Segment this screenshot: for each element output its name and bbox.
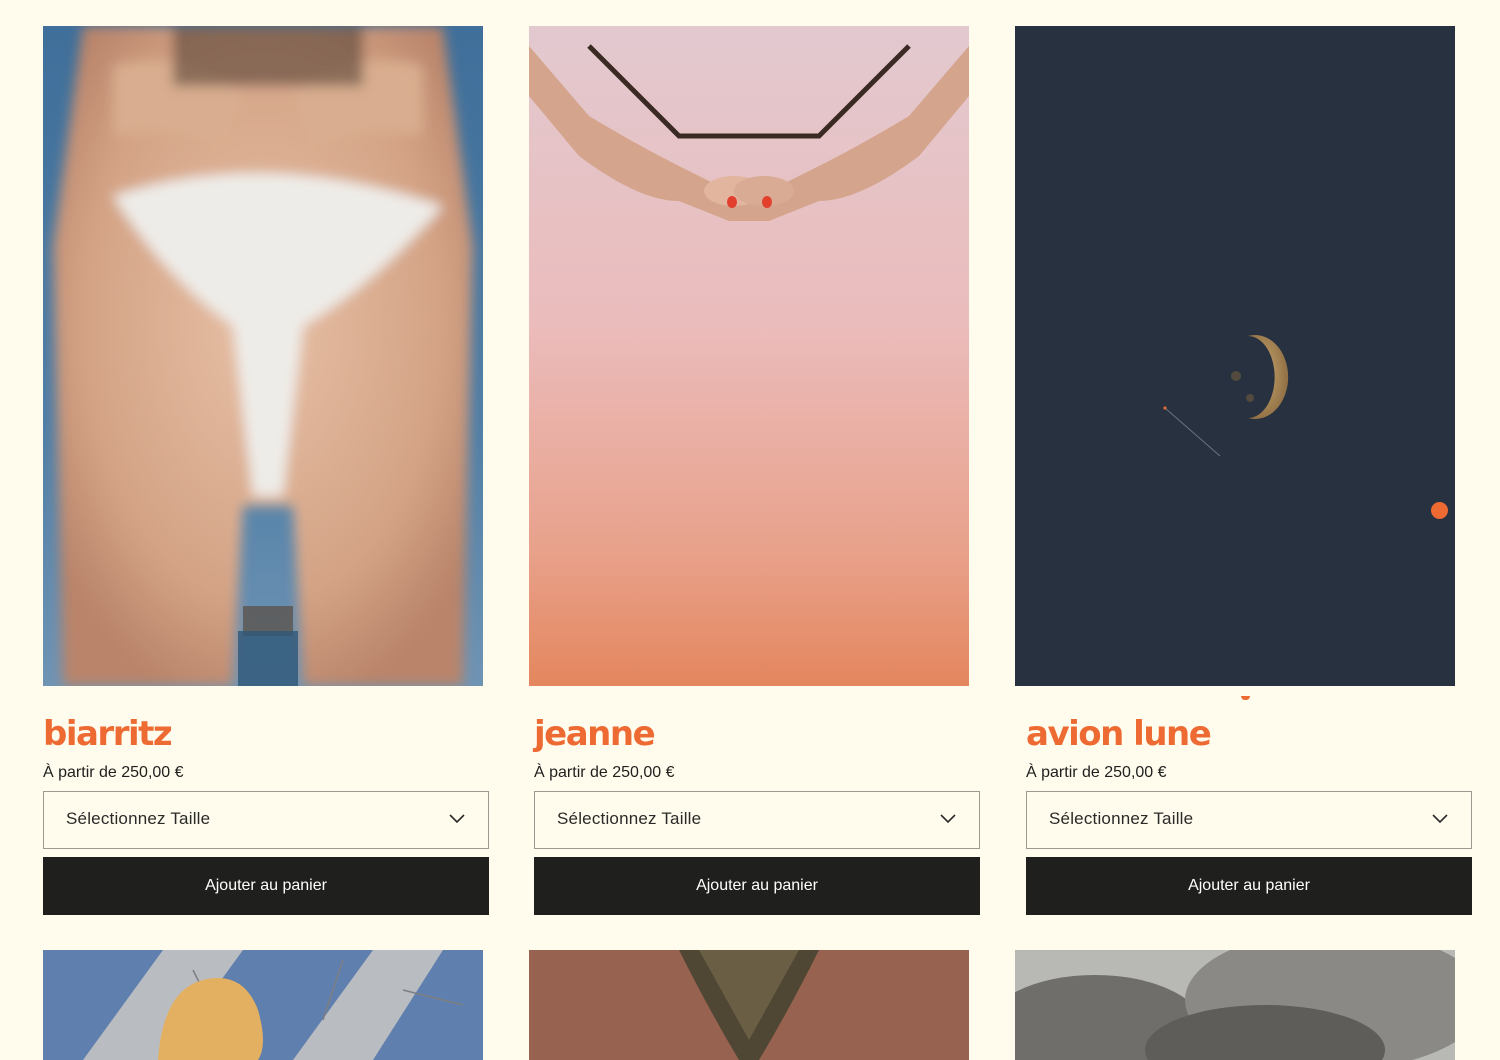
product-title[interactable]: biarritz xyxy=(43,708,173,760)
size-select[interactable]: Sélectionnez Taille xyxy=(534,791,980,849)
cursor-trail-dot xyxy=(1241,696,1250,700)
product-title[interactable]: jeanne xyxy=(534,708,656,760)
cursor-dot xyxy=(1431,502,1448,519)
add-to-cart-button[interactable]: Ajouter au panier xyxy=(43,857,489,915)
add-to-cart-button[interactable]: Ajouter au panier xyxy=(534,857,980,915)
photo-next-1 xyxy=(43,950,483,1060)
photo-next-2 xyxy=(529,950,969,1060)
product-price: À partir de 250,00 € xyxy=(1026,764,1167,781)
chevron-down-icon xyxy=(1432,814,1448,824)
product-image[interactable] xyxy=(43,950,483,1060)
product-image[interactable] xyxy=(529,950,969,1060)
product-image[interactable] xyxy=(1015,26,1455,686)
size-select-label: Sélectionnez Taille xyxy=(557,809,702,828)
size-select[interactable]: Sélectionnez Taille xyxy=(1026,791,1472,849)
add-to-cart-button[interactable]: Ajouter au panier xyxy=(1026,857,1472,915)
size-select-label: Sélectionnez Taille xyxy=(1049,809,1194,828)
size-select[interactable]: Sélectionnez Taille xyxy=(43,791,489,849)
chevron-down-icon xyxy=(940,814,956,824)
photo-jeanne xyxy=(529,26,969,686)
product-price: À partir de 250,00 € xyxy=(43,764,184,781)
chevron-down-icon xyxy=(449,814,465,824)
photo-biarritz xyxy=(43,26,483,686)
product-image[interactable] xyxy=(43,26,483,686)
photo-next-3 xyxy=(1015,950,1455,1060)
photo-avion-lune xyxy=(1015,26,1455,686)
product-title[interactable]: avion lune xyxy=(1026,708,1212,760)
product-price: À partir de 250,00 € xyxy=(534,764,675,781)
product-image[interactable] xyxy=(1015,950,1455,1060)
product-image[interactable] xyxy=(529,26,969,686)
size-select-label: Sélectionnez Taille xyxy=(66,809,211,828)
